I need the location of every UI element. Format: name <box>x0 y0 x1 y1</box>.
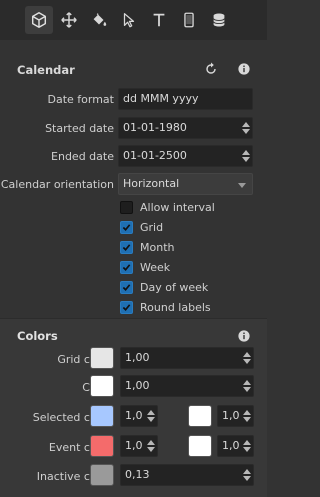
orientation-select[interactable]: Horizontal <box>118 173 253 195</box>
checkbox-label: Round labels <box>140 300 211 314</box>
ended-date-label: Ended date <box>51 150 114 163</box>
selected-opacity2-value: 1,0 <box>222 409 240 422</box>
inactive-opacity-stepper[interactable] <box>242 468 251 483</box>
checkbox-day-of-week[interactable]: Day of week <box>120 279 208 295</box>
checkbox-box[interactable] <box>120 200 133 214</box>
text-tool-button[interactable] <box>145 6 173 34</box>
event-opacity2-value: 1,0 <box>222 439 240 452</box>
color-opacity-value: 1,00 <box>125 379 150 392</box>
checkbox-round-labels[interactable]: Round labels <box>120 299 211 315</box>
paint-bucket-icon <box>93 13 107 26</box>
calendar-info-button[interactable] <box>235 60 253 78</box>
calendar-title: Calendar <box>17 63 75 77</box>
started-date-label: Started date <box>45 122 114 135</box>
event-opacity-field[interactable]: 1,0 <box>120 435 158 457</box>
checkmark-icon <box>122 223 131 231</box>
checkbox-week[interactable]: Week <box>120 259 170 275</box>
color-swatch[interactable] <box>90 375 114 397</box>
ended-date-value: 01-01-2500 <box>123 149 187 162</box>
database-icon <box>213 13 225 27</box>
checkbox-box[interactable] <box>120 300 133 314</box>
orientation-value: Horizontal <box>123 177 180 190</box>
inactive-color-swatch[interactable] <box>90 464 114 486</box>
started-date-field[interactable]: 01-01-1980 <box>118 117 253 139</box>
device-tool-button[interactable] <box>175 6 203 34</box>
info-icon <box>238 63 250 75</box>
checkbox-box[interactable] <box>120 260 133 274</box>
cube-icon <box>31 12 47 28</box>
selected-color-swatch[interactable] <box>90 405 114 427</box>
checkbox-label: Week <box>140 260 171 274</box>
ended-date-stepper[interactable] <box>241 149 250 164</box>
selected-color2-swatch[interactable] <box>188 405 212 427</box>
checkbox-box[interactable] <box>120 280 133 294</box>
checkbox-label: Grid <box>140 220 164 234</box>
event-opacity-value: 1,0 <box>125 439 143 452</box>
ended-date-field[interactable]: 01-01-2500 <box>118 145 253 167</box>
checkmark-icon <box>122 283 131 291</box>
selected-opacity2-field[interactable]: 1,0 <box>217 405 254 427</box>
checkmark-icon <box>122 243 131 251</box>
chevron-down-icon <box>238 183 246 188</box>
inactive-opacity-value: 0,13 <box>125 468 150 481</box>
checkbox-label: Allow interval <box>140 200 215 214</box>
orientation-label: Calendar orientation <box>0 178 114 191</box>
checkbox-box[interactable] <box>120 220 133 234</box>
color-opacity-field[interactable]: 1,00 <box>120 375 254 397</box>
colors-title: Colors <box>17 329 58 343</box>
selected-opacity-field[interactable]: 1,0 <box>120 405 158 427</box>
move-icon <box>61 12 77 28</box>
event-opacity2-field[interactable]: 1,0 <box>217 435 254 457</box>
select-tool-button[interactable] <box>115 6 143 34</box>
checkmark-icon <box>122 303 131 311</box>
selected-opacity-value: 1,0 <box>125 409 143 422</box>
checkbox-grid[interactable]: Grid <box>120 219 163 235</box>
grid-opacity-stepper[interactable] <box>242 351 251 366</box>
info-icon <box>238 330 250 342</box>
grid-color-swatch[interactable] <box>90 347 114 369</box>
date-format-label: Date format <box>47 93 115 106</box>
selected-opacity-stepper[interactable] <box>146 409 155 424</box>
date-format-field[interactable]: dd MMM yyyy <box>118 88 253 110</box>
event-color2-swatch[interactable] <box>188 435 212 457</box>
calendar-panel-header: Calendar <box>0 56 267 84</box>
color-opacity-stepper[interactable] <box>242 379 251 394</box>
checkbox-label: Month <box>140 240 175 254</box>
event-opacity-stepper[interactable] <box>146 439 155 454</box>
colors-info-button[interactable] <box>235 327 253 345</box>
checkbox-month[interactable]: Month <box>120 239 174 255</box>
selected-opacity2-stepper[interactable] <box>242 409 251 424</box>
cursor-icon <box>123 13 135 28</box>
event-opacity2-stepper[interactable] <box>242 439 251 454</box>
grid-opacity-value: 1,00 <box>125 351 150 364</box>
grid-opacity-field[interactable]: 1,00 <box>120 347 254 369</box>
phone-icon <box>184 12 194 28</box>
checkbox-label: Day of week <box>140 280 209 294</box>
reset-icon <box>206 62 216 74</box>
data-tool-button[interactable] <box>205 6 233 34</box>
checkbox-box[interactable] <box>120 240 133 254</box>
started-date-value: 01-01-1980 <box>123 121 187 134</box>
started-date-stepper[interactable] <box>241 121 250 136</box>
paint-tool-button[interactable] <box>85 6 113 34</box>
reset-button[interactable] <box>202 60 220 78</box>
checkbox-allow-interval[interactable]: Allow interval <box>120 199 215 215</box>
checkmark-icon <box>122 263 131 271</box>
text-icon <box>153 13 165 27</box>
inactive-opacity-field[interactable]: 0,13 <box>120 464 254 486</box>
event-color-swatch[interactable] <box>90 435 114 457</box>
move-tool-button[interactable] <box>55 6 83 34</box>
toolbar <box>0 0 267 40</box>
cube-tool-button[interactable] <box>25 6 53 34</box>
colors-panel: Colors Grid color 1,00 Color 1,00 Select… <box>0 318 267 497</box>
